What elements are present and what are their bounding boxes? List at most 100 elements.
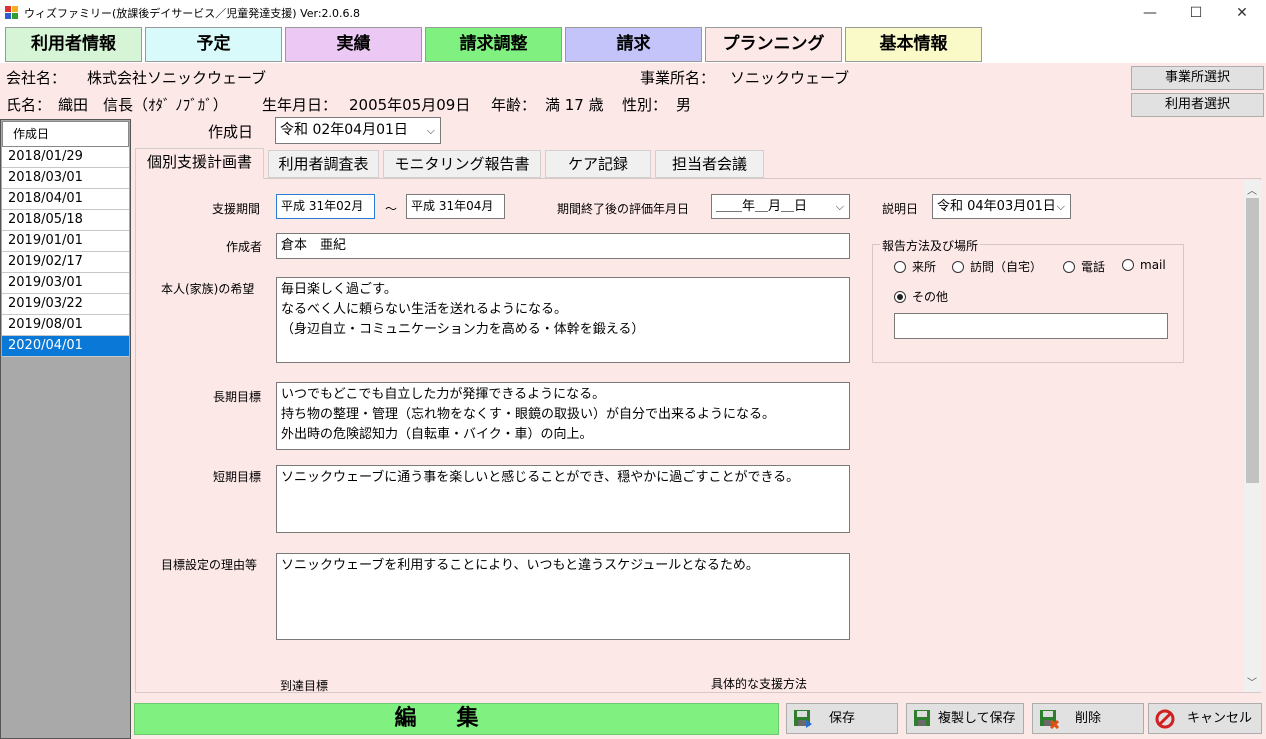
save-button[interactable]: 保存 bbox=[786, 703, 898, 734]
tab-monitoring-report[interactable]: モニタリング報告書 bbox=[383, 150, 541, 178]
menu-billing-adjust-button[interactable]: 請求調整 bbox=[425, 27, 562, 62]
delete-button[interactable]: 削除 bbox=[1032, 703, 1144, 734]
explain-date-label: 説明日 bbox=[882, 202, 919, 216]
report-option-phone[interactable]: 電話 bbox=[1063, 258, 1105, 275]
window-title: ウィズファミリー(放課後デイサービス／児童発達支援) Ver:2.0.6.8 bbox=[24, 7, 361, 20]
scroll-up-icon[interactable]: ︿ bbox=[1247, 182, 1257, 197]
report-option-label: 来所 bbox=[912, 260, 937, 274]
date-list-item[interactable]: 2018/01/29 bbox=[2, 147, 129, 168]
created-date-select[interactable]: 令和 02年04月01日 ⌵ bbox=[275, 117, 441, 144]
app-icon bbox=[5, 6, 19, 20]
date-list-item[interactable]: 2019/08/01 bbox=[2, 315, 129, 336]
short-goal-label: 短期目標 bbox=[213, 470, 262, 484]
menu-schedule-button[interactable]: 予定 bbox=[145, 27, 282, 62]
user-name: 織田 信長（ｵﾀﾞ ﾉﾌﾞｶﾞ） bbox=[58, 96, 228, 114]
copy-save-label: 複製して保存 bbox=[938, 711, 1016, 726]
office-label: 事業所名： bbox=[640, 69, 716, 87]
report-option-label: 訪問（自宅） bbox=[970, 260, 1043, 274]
chevron-down-icon: ⌵ bbox=[426, 124, 435, 137]
eval-date-select[interactable]: ＿＿年＿月＿日 ⌵ bbox=[711, 194, 850, 219]
radio-icon bbox=[952, 260, 964, 273]
tab-staff-meeting[interactable]: 担当者会議 bbox=[655, 150, 764, 178]
date-list-item[interactable]: 2018/05/18 bbox=[2, 210, 129, 231]
age-label: 年齢： bbox=[491, 96, 537, 114]
text-line: 毎日楽しく過ごす。 bbox=[281, 282, 397, 297]
period-from-input[interactable]: 平成 31年02月 bbox=[276, 194, 375, 219]
user-select-button[interactable]: 利用者選択 bbox=[1131, 93, 1264, 117]
text-line: 外出時の危険認知力（自転車・バイク・車）の向上。 bbox=[281, 427, 593, 442]
menu-planning-button[interactable]: プランニング bbox=[705, 27, 842, 62]
office-select-button[interactable]: 事業所選択 bbox=[1131, 66, 1264, 90]
title-bar: ウィズファミリー(放課後デイサービス／児童発達支援) Ver:2.0.6.8 —… bbox=[0, 0, 1266, 26]
cancel-button[interactable]: キャンセル bbox=[1148, 703, 1262, 734]
gender-label: 性別： bbox=[622, 96, 668, 114]
radio-icon bbox=[1122, 259, 1134, 271]
period-to-input[interactable]: 平成 31年04月 bbox=[406, 194, 505, 219]
cancel-icon bbox=[1155, 709, 1175, 729]
report-other-input[interactable] bbox=[894, 313, 1168, 339]
birth-date: 2005年05月09日 bbox=[349, 96, 471, 114]
save-label: 保存 bbox=[829, 711, 856, 726]
created-date-value: 令和 02年04月01日 bbox=[280, 122, 408, 138]
scroll-thumb[interactable] bbox=[1246, 198, 1259, 483]
report-option-other[interactable]: その他 bbox=[894, 288, 948, 305]
gender-value: 男 bbox=[676, 96, 692, 114]
author-input[interactable]: 倉本 亜紀 bbox=[276, 233, 850, 259]
radio-icon bbox=[1063, 260, 1075, 273]
method-column-label: 具体的な支援方法 bbox=[711, 677, 808, 691]
short-goal-textarea[interactable]: ソニックウェーブに通う事を楽しいと感じることができ、穏やかに過ごすことができる。 bbox=[276, 465, 850, 533]
menu-user-info-button[interactable]: 利用者情報 bbox=[5, 27, 142, 62]
minimize-button[interactable]: — bbox=[1127, 0, 1173, 26]
reason-label: 目標設定の理由等 bbox=[161, 558, 258, 572]
tab-user-survey[interactable]: 利用者調査表 bbox=[268, 150, 379, 178]
save-icon bbox=[794, 710, 812, 728]
age-value: 満 17 歳 bbox=[545, 96, 604, 114]
date-list-item[interactable]: 2019/03/22 bbox=[2, 294, 129, 315]
text-line: なるべく人に頼らない生活を送れるようになる。 bbox=[281, 302, 568, 317]
info-bar: 会社名： 株式会社ソニックウェーブ 事業所名： ソニックウェーブ 氏名： 織田 … bbox=[0, 63, 1266, 119]
copy-save-button[interactable]: 複製して保存 bbox=[906, 703, 1024, 734]
wish-textarea[interactable]: 毎日楽しく過ごす。なるべく人に頼らない生活を送れるようになる。 （身辺自立・コミュ… bbox=[276, 277, 850, 363]
report-option-visit[interactable]: 来所 bbox=[894, 258, 936, 275]
reason-textarea[interactable]: ソニックウェーブを利用することにより、いつもと違うスケジュールとなるため。 bbox=[276, 553, 850, 640]
text-line: ソニックウェーブに通う事を楽しいと感じることができ、穏やかに過ごすことができる。 bbox=[281, 470, 800, 485]
scroll-down-icon[interactable]: ﹀ bbox=[1247, 674, 1257, 689]
date-list-item[interactable]: 2018/03/01 bbox=[2, 168, 129, 189]
name-label: 氏名： bbox=[6, 96, 52, 114]
copy-save-icon bbox=[914, 710, 930, 726]
text-line: （身辺自立・コミュニケーション力を高める・体幹を鍛える） bbox=[281, 322, 645, 337]
report-option-label: 電話 bbox=[1081, 260, 1106, 274]
birth-label: 生年月日： bbox=[262, 96, 338, 114]
long-goal-textarea[interactable]: いつでもどこでも自立した力が発揮できるようになる。持ち物の整理・管理（忘れ物をな… bbox=[276, 382, 850, 450]
menu-basic-info-button[interactable]: 基本情報 bbox=[845, 27, 982, 62]
goal-column-label: 到達目標 bbox=[280, 679, 329, 693]
tab-support-plan[interactable]: 個別支援計画書 bbox=[135, 148, 264, 179]
date-list-header: 作成日 bbox=[2, 121, 129, 147]
edit-mode-banner: 編集 bbox=[134, 703, 779, 735]
date-list-item[interactable]: 2019/02/17 bbox=[2, 252, 129, 273]
date-list-item[interactable]: 2019/01/01 bbox=[2, 231, 129, 252]
period-separator: ～ bbox=[385, 202, 398, 216]
form-scrollbar[interactable]: ︿ ﹀ bbox=[1244, 180, 1261, 692]
menu-results-button[interactable]: 実績 bbox=[285, 27, 422, 62]
explain-date-value: 令和 04年03月01日 bbox=[937, 199, 1056, 214]
menu-billing-button[interactable]: 請求 bbox=[565, 27, 702, 62]
report-option-home[interactable]: 訪問（自宅） bbox=[952, 258, 1042, 275]
date-list-item[interactable]: 2020/04/01 bbox=[2, 336, 129, 357]
close-button[interactable]: ✕ bbox=[1219, 0, 1265, 26]
delete-label: 削除 bbox=[1075, 711, 1102, 726]
date-list-item[interactable]: 2018/04/01 bbox=[2, 189, 129, 210]
eval-date-value: ＿＿年＿月＿日 bbox=[716, 199, 808, 214]
created-date-label: 作成日 bbox=[208, 123, 254, 141]
cancel-label: キャンセル bbox=[1187, 711, 1253, 726]
text-line: 持ち物の整理・管理（忘れ物をなくす・眼鏡の取扱い）が自分で出来るようになる。 bbox=[281, 407, 776, 422]
date-list-item[interactable]: 2019/03/01 bbox=[2, 273, 129, 294]
text-line: いつでもどこでも自立した力が発揮できるようになる。 bbox=[281, 387, 606, 402]
author-label: 作成者 bbox=[226, 240, 263, 254]
company-label: 会社名： bbox=[6, 69, 67, 87]
report-option-mail[interactable]: mail bbox=[1122, 258, 1166, 272]
explain-date-select[interactable]: 令和 04年03月01日 ⌵ bbox=[932, 194, 1071, 219]
tab-care-record[interactable]: ケア記録 bbox=[545, 150, 651, 178]
maximize-button[interactable]: ☐ bbox=[1173, 0, 1219, 26]
company-name: 株式会社ソニックウェーブ bbox=[87, 69, 267, 87]
